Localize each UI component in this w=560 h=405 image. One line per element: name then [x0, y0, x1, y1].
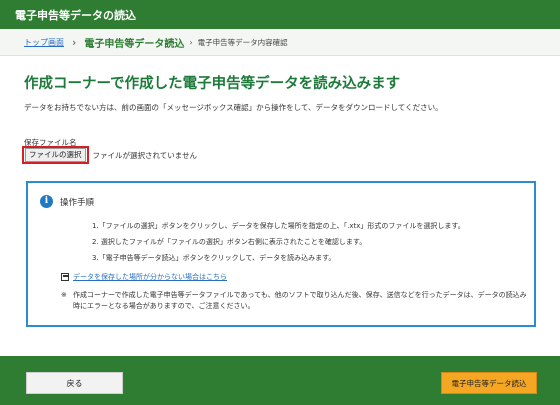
- file-select-button[interactable]: ファイルの選択: [25, 148, 86, 162]
- page-title: 作成コーナーで作成した電子申告等データを読み込みます: [24, 76, 401, 92]
- info-icon: i: [40, 195, 53, 208]
- page-description: データをお持ちでない方は、前の画面の「メッセージボックス確認」から操作をして、デ…: [24, 103, 443, 112]
- instruction-step: 1.「ファイルの選択」ボタンをクリックし、データを保存した場所を指定の上、「.x…: [92, 222, 465, 230]
- chevron-right-icon: ›: [72, 35, 77, 49]
- save-location-help-link[interactable]: データを保存した場所が分からない場合はこちら: [73, 272, 227, 282]
- read-data-button[interactable]: 電子申告等データ読込: [441, 372, 537, 394]
- app-title: 電子申告等データの読込: [15, 8, 136, 22]
- app-header: 電子申告等データの読込: [0, 0, 560, 29]
- file-select-highlight: ファイルの選択: [22, 146, 89, 164]
- instruction-step: 3.「電子申告等データ読込」ボタンをクリックして、データを読み込みます。: [92, 254, 336, 262]
- instructions-title: 操作手順: [60, 198, 95, 208]
- external-window-icon: [61, 273, 69, 281]
- caution-note: ※ 作成コーナーで作成した電子申告等データファイルであっても、他のソフトで取り込…: [61, 290, 531, 312]
- instruction-step: 2. 選択したファイルが「ファイルの選択」ボタン右側に表示されたことを確認します…: [92, 238, 367, 246]
- breadcrumb: トップ画面 › 電子申告等データ読込 › 電子申告等データ内容確認: [0, 29, 560, 56]
- caution-note-text: 作成コーナーで作成した電子申告等データファイルであっても、他のソフトで取り込んだ…: [73, 291, 527, 310]
- file-input-row: ファイルの選択 ファイルが選択されていません: [22, 146, 197, 164]
- help-link-row: データを保存した場所が分からない場合はこちら: [61, 272, 227, 282]
- note-mark: ※: [61, 291, 67, 299]
- back-button[interactable]: 戻る: [26, 372, 123, 394]
- footer-bar: 戻る 電子申告等データ読込: [0, 356, 560, 405]
- breadcrumb-current: 電子申告等データ読込: [84, 38, 185, 50]
- no-file-text: ファイルが選択されていません: [92, 150, 198, 160]
- chevron-right-icon: ›: [189, 37, 193, 47]
- instructions-panel: i 操作手順 1.「ファイルの選択」ボタンをクリックし、データを保存した場所を指…: [26, 181, 536, 327]
- breadcrumb-next: 電子申告等データ内容確認: [197, 37, 288, 47]
- breadcrumb-home-link[interactable]: トップ画面: [24, 37, 64, 48]
